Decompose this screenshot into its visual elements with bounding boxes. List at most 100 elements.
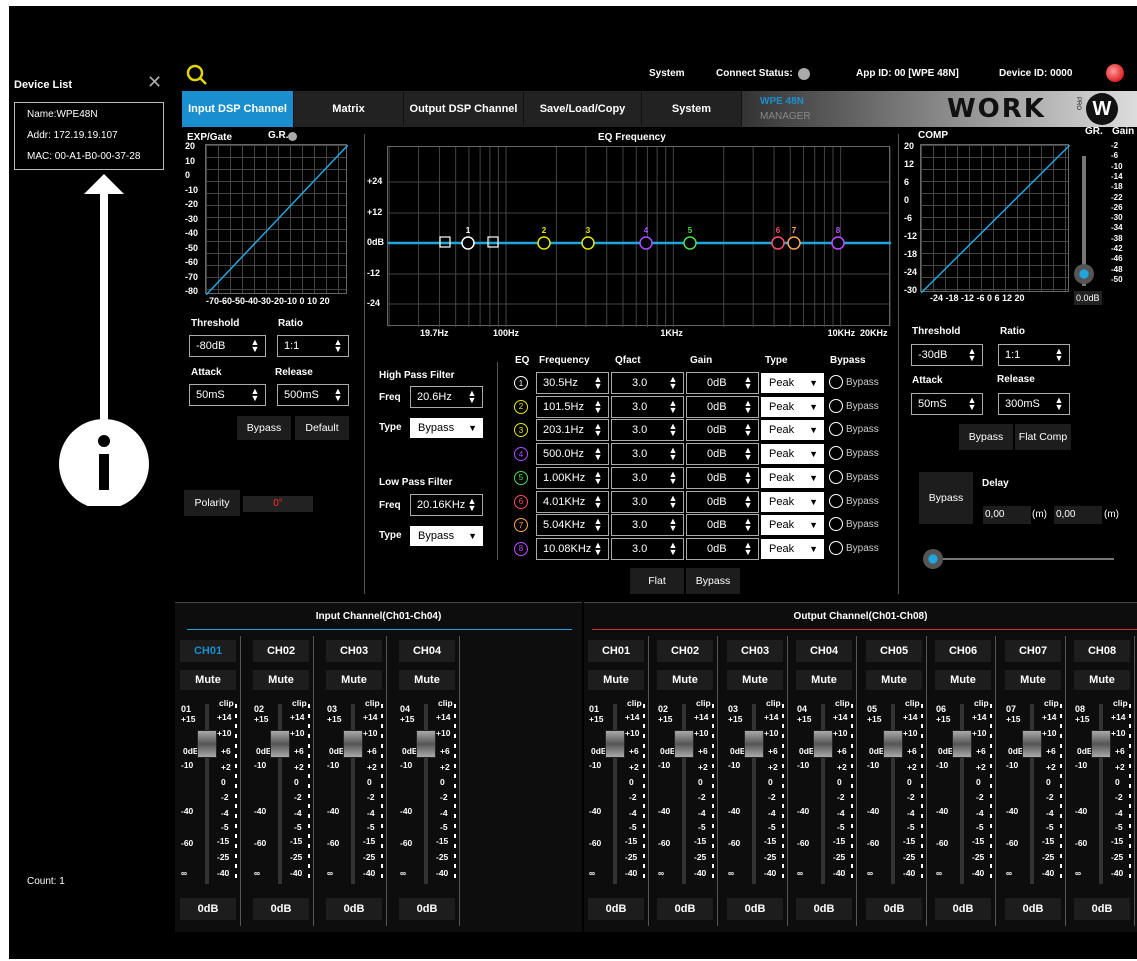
gate-attack-spinner[interactable]: 50mS ▲ ▼ [189,384,266,406]
input-channel-name-button[interactable]: CH04 [399,640,455,662]
eq-band-bypass-radio[interactable] [829,422,843,437]
spinner-arrows-icon[interactable]: ▲ ▼ [592,517,604,533]
output-channel-name-button[interactable]: CH02 [657,640,713,662]
gate-default-button[interactable]: Default [295,416,349,440]
lpf-freq-spinner[interactable]: 20.16KHz ▲ ▼ [410,494,483,516]
input-channel-mute-button[interactable]: Mute [253,670,309,690]
spinner-arrows-icon[interactable]: ▲ ▼ [592,540,604,556]
spinner-arrows-icon[interactable]: ▲ ▼ [1053,396,1065,412]
flat-comp-button[interactable]: Flat Comp [1015,424,1071,450]
polarity-value[interactable]: 0° [243,496,313,512]
spinner-arrows-icon[interactable]: ▲ ▼ [592,375,604,391]
eq-band-freq-spinner[interactable]: 203.1Hz ▲ ▼ [536,419,609,442]
output-channel-name-button[interactable]: CH07 [1005,640,1061,662]
hpf-freq-spinner[interactable]: 20.6Hz ▲ ▼ [410,386,483,408]
output-channel-gain-value[interactable]: 0dB [866,898,922,920]
eq-band-freq-spinner[interactable]: 4.01KHz ▲ ▼ [536,490,609,513]
output-fader-knob-icon[interactable] [605,730,625,758]
delay-slider-track[interactable] [934,558,1114,560]
output-channel-name-button[interactable]: CH04 [796,640,852,662]
eq-band-type-select[interactable]: Peak [761,444,824,465]
device-card[interactable]: Name:WPE48N Addr: 172.19.19.107 MAC: 00-… [14,102,164,170]
output-channel-name-button[interactable]: CH06 [935,640,991,662]
input-channel-name-button[interactable]: CH02 [253,640,309,662]
comp-threshold-spinner[interactable]: -30dB ▲ ▼ [911,344,983,366]
comp-ratio-spinner[interactable]: 1:1 ▲ ▼ [998,344,1070,366]
spinner-arrows-icon[interactable]: ▲ ▼ [592,422,604,438]
spinner-arrows-icon[interactable]: ▲ ▼ [742,375,754,391]
spinner-arrows-icon[interactable]: ▲ ▼ [966,347,978,363]
tab-output-dsp[interactable]: Output DSP Channel [404,91,524,127]
eq-band-freq-spinner[interactable]: 500.0Hz ▲ ▼ [536,443,609,466]
spinner-arrows-icon[interactable]: ▲ ▼ [667,422,679,438]
spinner-arrows-icon[interactable]: ▲ ▼ [742,446,754,462]
output-channel-mute-button[interactable]: Mute [796,670,852,690]
input-fader-knob-icon[interactable] [270,730,290,758]
output-channel-mute-button[interactable]: Mute [1005,670,1061,690]
eq-band-freq-spinner[interactable]: 30.5Hz ▲ ▼ [536,372,609,394]
eq-band-gain-spinner[interactable]: 0dB ▲ ▼ [686,395,759,418]
spinner-arrows-icon[interactable]: ▲ ▼ [249,338,261,354]
eq-band-type-select[interactable]: Peak [761,373,824,393]
eq-band-q-spinner[interactable]: 3.0 ▲ ▼ [611,490,684,513]
output-fader-knob-icon[interactable] [813,730,833,758]
tab-matrix[interactable]: Matrix [294,91,404,127]
output-fader-knob-icon[interactable] [1022,730,1042,758]
eq-flat-button[interactable]: Flat [630,568,684,594]
comp-gain-knob-icon[interactable] [1074,264,1094,284]
output-fader-knob-icon[interactable] [883,730,903,758]
output-channel-mute-button[interactable]: Mute [657,670,713,690]
delay-slider-knob-icon[interactable] [923,549,943,569]
output-fader-knob-icon[interactable] [952,730,972,758]
eq-band-type-select[interactable]: Peak [761,420,824,441]
output-channel-gain-value[interactable]: 0dB [657,898,713,920]
lpf-type-select[interactable]: Bypass [410,526,483,546]
eq-band-type-select[interactable]: Peak [761,396,824,417]
output-channel-name-button[interactable]: CH05 [866,640,922,662]
input-fader-knob-icon[interactable] [197,730,217,758]
output-channel-gain-value[interactable]: 0dB [1074,898,1130,920]
spinner-arrows-icon[interactable]: ▲ ▼ [742,540,754,556]
eq-band-type-select[interactable]: Peak [761,515,824,536]
spinner-arrows-icon[interactable]: ▲ ▼ [332,387,344,403]
eq-band-freq-spinner[interactable]: 1.00KHz ▲ ▼ [536,466,609,489]
output-channel-mute-button[interactable]: Mute [935,670,991,690]
eq-band-gain-spinner[interactable]: 0dB ▲ ▼ [686,443,759,466]
output-fader-knob-icon[interactable] [674,730,694,758]
eq-band-gain-spinner[interactable]: 0dB ▲ ▼ [686,537,759,560]
input-fader-knob-icon[interactable] [416,730,436,758]
tab-save-load-copy[interactable]: Save/Load/Copy [524,91,642,127]
eq-band-bypass-radio[interactable] [829,469,843,484]
eq-band-gain-spinner[interactable]: 0dB ▲ ▼ [686,490,759,513]
input-channel-gain-value[interactable]: 0dB [399,898,455,920]
input-channel-mute-button[interactable]: Mute [399,670,455,690]
eq-band-gain-spinner[interactable]: 0dB ▲ ▼ [686,466,759,489]
eq-band-gain-spinner[interactable]: 0dB ▲ ▼ [686,372,759,394]
eq-band-bypass-radio[interactable] [829,493,843,508]
search-icon[interactable] [185,63,209,87]
close-icon[interactable]: ✕ [147,72,162,93]
eq-band-bypass-radio[interactable] [829,517,843,532]
eq-band-bypass-radio[interactable] [829,398,843,413]
eq-band-freq-spinner[interactable]: 5.04KHz ▲ ▼ [536,514,609,537]
spinner-arrows-icon[interactable]: ▲ ▼ [592,493,604,509]
eq-band-bypass-radio[interactable] [829,446,843,461]
output-fader-knob-icon[interactable] [744,730,764,758]
eq-band-q-spinner[interactable]: 3.0 ▲ ▼ [611,514,684,537]
spinner-arrows-icon[interactable]: ▲ ▼ [667,375,679,391]
output-channel-gain-value[interactable]: 0dB [1005,898,1061,920]
eq-band-q-spinner[interactable]: 3.0 ▲ ▼ [611,395,684,418]
input-channel-gain-value[interactable]: 0dB [180,898,236,920]
input-channel-gain-value[interactable]: 0dB [253,898,309,920]
eq-band-q-spinner[interactable]: 3.0 ▲ ▼ [611,466,684,489]
hpf-type-select[interactable]: Bypass [410,418,483,438]
eq-band-type-select[interactable]: Peak [761,467,824,488]
input-channel-name-button[interactable]: CH03 [326,640,382,662]
eq-graph[interactable]: 1 2 3 4 5 6 7 8 [387,146,891,327]
input-channel-gain-value[interactable]: 0dB [326,898,382,920]
comp-release-spinner[interactable]: 300mS ▲ ▼ [998,393,1070,415]
spinner-arrows-icon[interactable]: ▲ ▼ [466,389,478,405]
output-channel-gain-value[interactable]: 0dB [935,898,991,920]
spinner-arrows-icon[interactable]: ▲ ▼ [742,469,754,485]
output-channel-mute-button[interactable]: Mute [588,670,644,690]
